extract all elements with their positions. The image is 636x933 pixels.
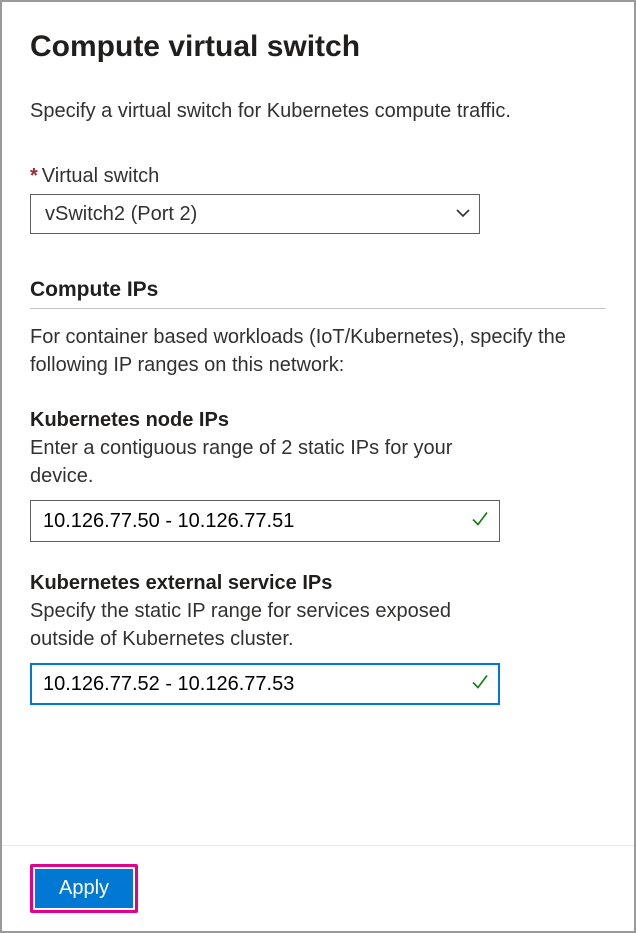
virtual-switch-select-value[interactable]: vSwitch2 (Port 2) (30, 194, 480, 234)
compute-ips-description: For container based workloads (IoT/Kuber… (30, 323, 606, 379)
node-ips-label: Kubernetes node IPs (30, 409, 606, 432)
node-ips-description: Enter a contiguous range of 2 static IPs… (30, 434, 490, 490)
virtual-switch-select[interactable]: vSwitch2 (Port 2) (30, 194, 480, 234)
service-ips-label: Kubernetes external service IPs (30, 572, 606, 595)
page-title: Compute virtual switch (30, 30, 606, 64)
node-ips-input[interactable] (30, 500, 500, 542)
footer: Apply (2, 845, 634, 931)
page-description: Specify a virtual switch for Kubernetes … (30, 100, 606, 123)
compute-ips-heading: Compute IPs (30, 278, 606, 309)
virtual-switch-label-text: Virtual switch (42, 165, 159, 188)
virtual-switch-label: * Virtual switch (30, 165, 606, 188)
apply-highlight: Apply (30, 864, 138, 913)
apply-button[interactable]: Apply (35, 869, 133, 908)
service-ips-input[interactable] (30, 663, 500, 705)
service-ips-description: Specify the static IP range for services… (30, 597, 490, 653)
required-asterisk: * (30, 165, 38, 188)
